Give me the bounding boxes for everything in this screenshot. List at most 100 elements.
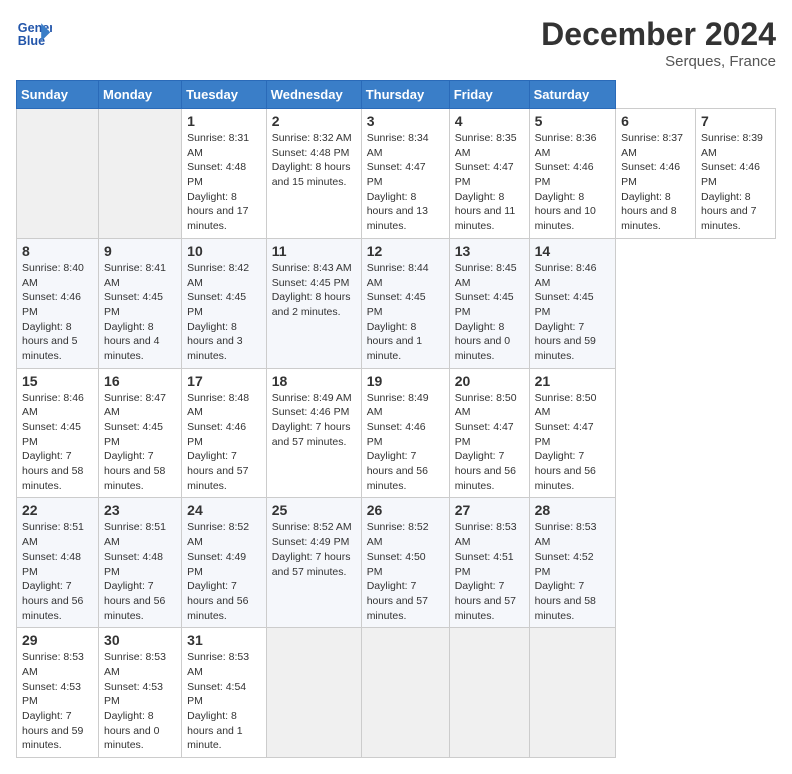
calendar-cell: 25 Sunrise: 8:52 AMSunset: 4:49 PMDayligh…: [266, 498, 361, 628]
day-number: 21: [535, 373, 611, 389]
day-number: 22: [22, 502, 93, 518]
day-info: Sunrise: 8:41 AMSunset: 4:45 PMDaylight:…: [104, 261, 176, 364]
day-number: 26: [367, 502, 444, 518]
day-number: 25: [272, 502, 356, 518]
calendar-cell: 9 Sunrise: 8:41 AMSunset: 4:45 PMDaylight…: [99, 238, 182, 368]
day-number: 15: [22, 373, 93, 389]
day-info: Sunrise: 8:53 AMSunset: 4:53 PMDaylight:…: [22, 650, 93, 753]
day-number: 20: [455, 373, 524, 389]
day-number: 1: [187, 113, 261, 129]
day-info: Sunrise: 8:34 AMSunset: 4:47 PMDaylight:…: [367, 131, 444, 234]
logo: General Blue General Blue: [16, 16, 52, 52]
day-info: Sunrise: 8:40 AMSunset: 4:46 PMDaylight:…: [22, 261, 93, 364]
day-number: 30: [104, 632, 176, 648]
calendar-week-row: 15 Sunrise: 8:46 AMSunset: 4:45 PMDayligh…: [17, 368, 776, 498]
calendar-cell: 18Sunrise: 8:49 AMSunset: 4:46 PMDayligh…: [266, 368, 361, 498]
calendar-cell: 27 Sunrise: 8:53 AMSunset: 4:51 PMDayligh…: [449, 498, 529, 628]
calendar-cell: 3 Sunrise: 8:34 AMSunset: 4:47 PMDaylight…: [361, 109, 449, 239]
day-info: Sunrise: 8:35 AMSunset: 4:47 PMDaylight:…: [455, 131, 524, 234]
calendar-cell: 24 Sunrise: 8:52 AMSunset: 4:49 PMDayligh…: [182, 498, 267, 628]
day-info: Sunrise: 8:37 AMSunset: 4:46 PMDaylight:…: [621, 131, 690, 234]
day-header-monday: Monday: [99, 81, 182, 109]
day-number: 28: [535, 502, 611, 518]
day-info: Sunrise: 8:36 AMSunset: 4:46 PMDaylight:…: [535, 131, 611, 234]
day-number: 29: [22, 632, 93, 648]
day-number: 14: [535, 243, 611, 259]
day-number: 2: [272, 113, 356, 129]
calendar-cell: 17 Sunrise: 8:48 AMSunset: 4:46 PMDayligh…: [182, 368, 267, 498]
day-header-friday: Friday: [449, 81, 529, 109]
day-info: Sunrise: 8:51 AMSunset: 4:48 PMDaylight:…: [22, 520, 93, 623]
day-number: 5: [535, 113, 611, 129]
day-number: 11: [272, 243, 356, 259]
calendar-cell: [361, 628, 449, 758]
day-number: 16: [104, 373, 176, 389]
calendar-cell: [529, 628, 616, 758]
calendar-cell: 26 Sunrise: 8:52 AMSunset: 4:50 PMDayligh…: [361, 498, 449, 628]
day-info: Sunrise: 8:50 AMSunset: 4:47 PMDaylight:…: [455, 391, 524, 494]
day-info: Sunrise: 8:42 AMSunset: 4:45 PMDaylight:…: [187, 261, 261, 364]
day-number: 12: [367, 243, 444, 259]
title-block: December 2024 Serques, France: [541, 16, 776, 70]
day-info: Sunrise: 8:45 AMSunset: 4:45 PMDaylight:…: [455, 261, 524, 364]
day-info: Sunrise: 8:49 AMSunset: 4:46 PMDaylight:…: [272, 391, 356, 450]
day-info: Sunrise: 8:48 AMSunset: 4:46 PMDaylight:…: [187, 391, 261, 494]
calendar-cell: 15 Sunrise: 8:46 AMSunset: 4:45 PMDayligh…: [17, 368, 99, 498]
calendar-cell: 20 Sunrise: 8:50 AMSunset: 4:47 PMDayligh…: [449, 368, 529, 498]
day-info: Sunrise: 8:52 AMSunset: 4:49 PMDaylight:…: [187, 520, 261, 623]
day-info: Sunrise: 8:46 AMSunset: 4:45 PMDaylight:…: [535, 261, 611, 364]
day-info: Sunrise: 8:52 AMSunset: 4:50 PMDaylight:…: [367, 520, 444, 623]
logo-icon: General Blue: [16, 16, 52, 52]
calendar-cell: 12Sunrise: 8:44 AMSunset: 4:45 PMDayligh…: [361, 238, 449, 368]
svg-text:Blue: Blue: [18, 34, 45, 48]
day-number: 23: [104, 502, 176, 518]
day-number: 13: [455, 243, 524, 259]
day-info: Sunrise: 8:53 AMSunset: 4:51 PMDaylight:…: [455, 520, 524, 623]
calendar-cell: 30 Sunrise: 8:53 AMSunset: 4:53 PMDayligh…: [99, 628, 182, 758]
day-info: Sunrise: 8:53 AMSunset: 4:53 PMDaylight:…: [104, 650, 176, 753]
month-title: December 2024: [541, 16, 776, 53]
calendar-cell: 6 Sunrise: 8:37 AMSunset: 4:46 PMDaylight…: [616, 109, 696, 239]
calendar-cell: 4 Sunrise: 8:35 AMSunset: 4:47 PMDaylight…: [449, 109, 529, 239]
calendar-cell: 22 Sunrise: 8:51 AMSunset: 4:48 PMDayligh…: [17, 498, 99, 628]
calendar-cell: 1Sunrise: 8:31 AMSunset: 4:48 PMDaylight…: [182, 109, 267, 239]
day-header-thursday: Thursday: [361, 81, 449, 109]
day-info: Sunrise: 8:43 AMSunset: 4:45 PMDaylight:…: [272, 261, 356, 320]
calendar-cell: 11 Sunrise: 8:43 AMSunset: 4:45 PMDayligh…: [266, 238, 361, 368]
calendar-cell: 2 Sunrise: 8:32 AMSunset: 4:48 PMDaylight…: [266, 109, 361, 239]
page-header: General Blue General Blue December 2024 …: [16, 16, 776, 70]
calendar-cell: 13 Sunrise: 8:45 AMSunset: 4:45 PMDayligh…: [449, 238, 529, 368]
day-number: 4: [455, 113, 524, 129]
calendar-cell: [449, 628, 529, 758]
calendar-cell: 10Sunrise: 8:42 AMSunset: 4:45 PMDayligh…: [182, 238, 267, 368]
day-number: 17: [187, 373, 261, 389]
calendar-header-row: SundayMondayTuesdayWednesdayThursdayFrid…: [17, 81, 776, 109]
day-number: 9: [104, 243, 176, 259]
calendar-table: SundayMondayTuesdayWednesdayThursdayFrid…: [16, 80, 776, 758]
calendar-cell: [99, 109, 182, 239]
day-number: 8: [22, 243, 93, 259]
calendar-cell: 21 Sunrise: 8:50 AMSunset: 4:47 PMDayligh…: [529, 368, 616, 498]
calendar-week-row: 22 Sunrise: 8:51 AMSunset: 4:48 PMDayligh…: [17, 498, 776, 628]
day-info: Sunrise: 8:51 AMSunset: 4:48 PMDaylight:…: [104, 520, 176, 623]
day-info: Sunrise: 8:52 AMSunset: 4:49 PMDaylight:…: [272, 520, 356, 579]
calendar-cell: 7Sunrise: 8:39 AMSunset: 4:46 PMDaylight…: [696, 109, 776, 239]
calendar-cell: 14 Sunrise: 8:46 AMSunset: 4:45 PMDayligh…: [529, 238, 616, 368]
day-header-wednesday: Wednesday: [266, 81, 361, 109]
calendar-cell: 8 Sunrise: 8:40 AMSunset: 4:46 PMDaylight…: [17, 238, 99, 368]
day-info: Sunrise: 8:46 AMSunset: 4:45 PMDaylight:…: [22, 391, 93, 494]
day-info: Sunrise: 8:50 AMSunset: 4:47 PMDaylight:…: [535, 391, 611, 494]
day-header-tuesday: Tuesday: [182, 81, 267, 109]
calendar-cell: 23 Sunrise: 8:51 AMSunset: 4:48 PMDayligh…: [99, 498, 182, 628]
day-number: 6: [621, 113, 690, 129]
day-info: Sunrise: 8:32 AMSunset: 4:48 PMDaylight:…: [272, 131, 356, 190]
calendar-cell: [266, 628, 361, 758]
calendar-week-row: 29 Sunrise: 8:53 AMSunset: 4:53 PMDayligh…: [17, 628, 776, 758]
day-number: 3: [367, 113, 444, 129]
day-number: 19: [367, 373, 444, 389]
calendar-cell: 28Sunrise: 8:53 AMSunset: 4:52 PMDayligh…: [529, 498, 616, 628]
day-number: 24: [187, 502, 261, 518]
day-number: 27: [455, 502, 524, 518]
calendar-cell: 19Sunrise: 8:49 AMSunset: 4:46 PMDayligh…: [361, 368, 449, 498]
day-number: 7: [701, 113, 770, 129]
